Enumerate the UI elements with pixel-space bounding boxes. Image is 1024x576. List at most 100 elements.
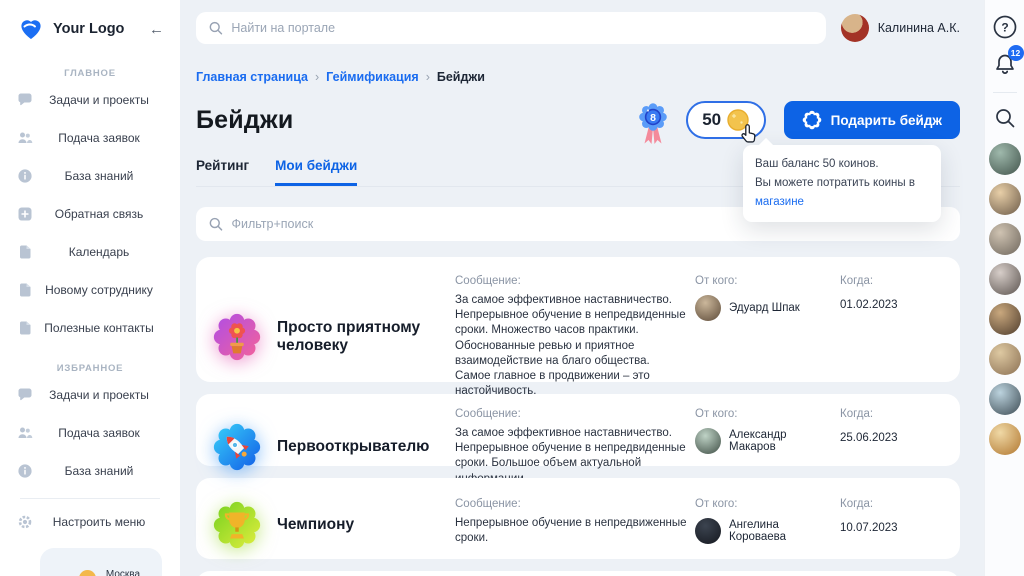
- avatar[interactable]: [989, 423, 1021, 455]
- from-column: От кого: Александр Макаров: [695, 408, 832, 487]
- sidebar-item-label: Полезные контакты: [26, 321, 153, 335]
- badge-name: Просто приятному человеку: [272, 319, 447, 355]
- portal-search[interactable]: [196, 12, 826, 44]
- chat-icon: [17, 92, 33, 108]
- avatar[interactable]: [989, 263, 1021, 295]
- sidebar-item-label: База знаний: [47, 169, 134, 183]
- badge-card[interactable]: Чемпиону Сообщение: Непрерывное обучение…: [196, 478, 960, 559]
- chevron-right-icon: ›: [426, 70, 430, 84]
- chevron-right-icon: ›: [315, 70, 319, 84]
- user-menu[interactable]: Калинина А.К.: [841, 14, 960, 42]
- sidebar-item-tasks-fav[interactable]: Задачи и проекты: [0, 376, 180, 414]
- breadcrumb-home[interactable]: Главная страница: [196, 70, 308, 84]
- message-column: Сообщение: За самое эффективное наставни…: [455, 408, 687, 487]
- users-icon: [17, 425, 33, 441]
- sidebar-item-label: Задачи и проекты: [31, 388, 149, 402]
- sidebar-item-label: Обратная связь: [37, 207, 143, 221]
- sidebar-item-calendar[interactable]: Календарь: [0, 233, 180, 271]
- right-rail: ? 12: [984, 0, 1024, 576]
- flower-badge-icon: [210, 310, 264, 364]
- search-input[interactable]: [231, 21, 814, 35]
- message-column: Сообщение: За самое эффективное наставни…: [455, 275, 687, 399]
- from-name: Эдуард Шпак: [729, 302, 800, 314]
- sidebar-item-newcomer[interactable]: Новому сотруднику: [0, 271, 180, 309]
- tooltip-line1: Ваш баланс 50 коинов.: [755, 155, 929, 174]
- left-sidebar: Your Logo ← ГЛАВНОЕ Задачи и проекты Под…: [0, 0, 180, 576]
- badge-message: За самое эффективное наставничество. Неп…: [455, 293, 687, 399]
- from-column: От кого: Ангелина Короваева: [695, 498, 832, 552]
- badge-message: Непрерывное обучение в непредвиженные ср…: [455, 516, 687, 546]
- sidebar-item-tasks[interactable]: Задачи и проекты: [0, 81, 180, 119]
- cursor-hand-icon: [738, 124, 758, 146]
- help-icon[interactable]: ?: [992, 14, 1018, 40]
- page-title: Бейджи: [196, 106, 293, 135]
- from-name: Александр Макаров: [729, 429, 832, 453]
- breadcrumb-current: Бейджи: [437, 70, 485, 84]
- notifications-button[interactable]: 12: [992, 52, 1018, 78]
- tab-my-badges[interactable]: Мои бейджи: [275, 158, 357, 186]
- badge-date: 01.02.2023: [840, 299, 944, 311]
- search-icon: [208, 20, 223, 36]
- search-icon[interactable]: [992, 105, 1018, 131]
- notification-count-badge: 12: [1008, 45, 1024, 61]
- avatar[interactable]: [989, 223, 1021, 255]
- section-title-main: ГЛАВНОЕ: [0, 68, 180, 79]
- sidebar-item-label: Задачи и проекты: [31, 93, 149, 107]
- chat-icon: [17, 387, 33, 403]
- message-column: Сообщение: Непрерывное обучение в непред…: [455, 498, 687, 552]
- logo-text: Your Logo: [53, 21, 147, 37]
- badge-card[interactable]: [196, 571, 960, 576]
- sidebar-divider: [20, 498, 160, 499]
- info-icon: [17, 168, 33, 184]
- gift-badge-button[interactable]: Подарить бейдж: [784, 101, 960, 139]
- from-label: От кого:: [695, 408, 832, 420]
- breadcrumb-gamification[interactable]: Геймификация: [326, 70, 419, 84]
- sidebar-item-knowledge-fav[interactable]: База знаний: [0, 452, 180, 490]
- sidebar-item-label: Настроить меню: [35, 515, 146, 529]
- sidebar-item-label: Календарь: [51, 245, 130, 259]
- badge-card[interactable]: Первооткрывателю Сообщение: За самое эфф…: [196, 394, 960, 466]
- sidebar-item-requests[interactable]: Подача заявок: [0, 119, 180, 157]
- gift-badge-label: Подарить бейдж: [831, 113, 942, 128]
- info-icon: [17, 463, 33, 479]
- avatar[interactable]: [989, 143, 1021, 175]
- user-name: Калинина А.К.: [878, 21, 960, 35]
- date-label: Когда:: [840, 498, 944, 510]
- avatar[interactable]: [989, 183, 1021, 215]
- tab-rating[interactable]: Рейтинг: [196, 158, 249, 186]
- when-column: Когда: 25.06.2023: [840, 408, 944, 487]
- coin-balance: 50: [702, 110, 721, 130]
- document-icon: [17, 244, 33, 260]
- heart-logo-icon: [18, 16, 44, 42]
- sidebar-item-knowledge[interactable]: База знаний: [0, 157, 180, 195]
- sidebar-item-label: База знаний: [47, 464, 134, 478]
- shop-link[interactable]: магазине: [755, 196, 804, 208]
- sidebar-item-label: Новому сотруднику: [27, 283, 153, 297]
- badge-card[interactable]: Просто приятному человеку Сообщение: За …: [196, 257, 960, 382]
- from-name: Ангелина Короваева: [729, 519, 832, 543]
- badge-seal-icon: [802, 110, 822, 130]
- when-column: Когда: 01.02.2023: [840, 275, 944, 399]
- sidebar-item-contacts[interactable]: Полезные контакты: [0, 309, 180, 347]
- avatar[interactable]: [989, 303, 1021, 335]
- trophy-badge-icon: [210, 498, 264, 552]
- avatar: [695, 428, 721, 454]
- badge-name: Чемпиону: [272, 516, 447, 534]
- message-label: Сообщение:: [455, 275, 687, 287]
- sidebar-item-label: Подача заявок: [40, 426, 140, 440]
- avatar[interactable]: [989, 343, 1021, 375]
- sun-cloud-icon: [62, 570, 96, 576]
- sidebar-item-label: Подача заявок: [40, 131, 140, 145]
- badge-count: 8: [650, 112, 656, 124]
- avatar[interactable]: [989, 383, 1021, 415]
- rocket-badge-icon: [210, 420, 264, 474]
- badge-date: 25.06.2023: [840, 432, 944, 444]
- coin-balance-pill[interactable]: 50: [686, 101, 766, 139]
- collapse-sidebar-icon[interactable]: ←: [147, 21, 166, 38]
- date-label: Когда:: [840, 408, 944, 420]
- sidebar-item-customize-menu[interactable]: Настроить меню: [0, 503, 180, 541]
- sidebar-item-feedback[interactable]: Обратная связь: [0, 195, 180, 233]
- gear-icon: [17, 514, 33, 530]
- logo-row: Your Logo ←: [0, 0, 180, 52]
- sidebar-item-requests-fav[interactable]: Подача заявок: [0, 414, 180, 452]
